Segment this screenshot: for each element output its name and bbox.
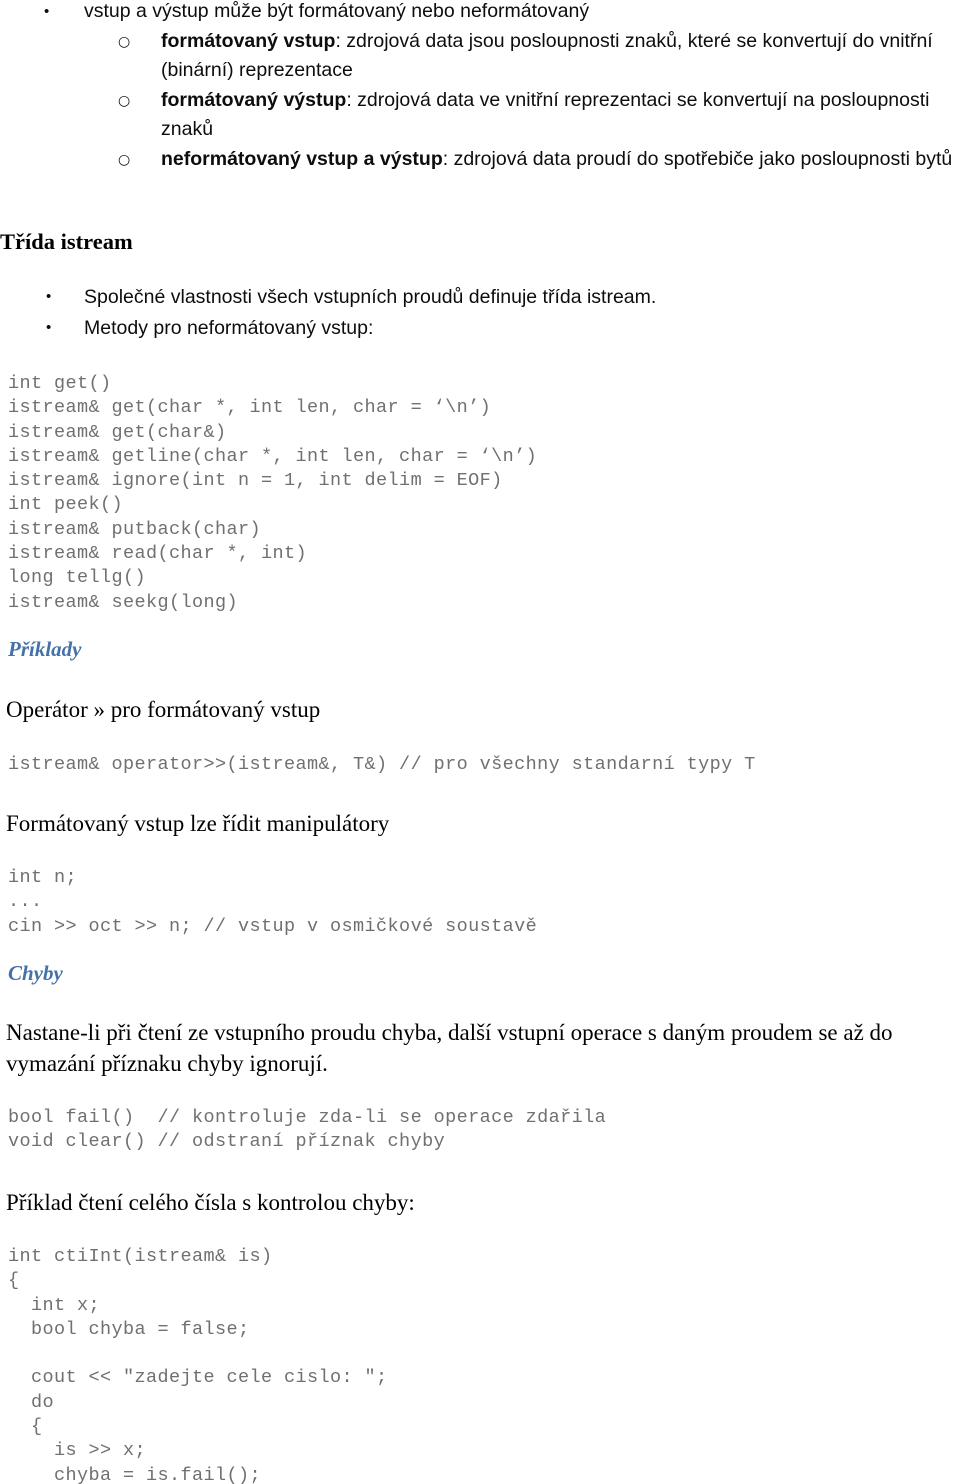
intro-bullet-list: • vstup a výstup může být formátovaný ne…: [0, 0, 960, 174]
istream-bullet-list: • Společné vlastnosti všech vstupních pr…: [0, 282, 960, 344]
subheading-operator-input: Operátor » pro formátovaný vstup: [6, 697, 321, 722]
bullet-dot-icon: •: [46, 319, 52, 336]
code-block-manipulators: int n; ... cin >> oct >> n; // vstup v o…: [8, 867, 538, 937]
section-heading-chyby: Chyby: [8, 961, 63, 985]
document-page: • vstup a výstup může být formátovaný ne…: [0, 0, 960, 1484]
bullet-dot-icon: •: [46, 288, 52, 305]
list-item-label: : zdrojová data proudí do spotřebiče jak…: [442, 147, 953, 170]
code-block-istream-methods: int get() istream& get(char *, int len, …: [8, 373, 538, 613]
list-item: ○ formátovaný výstup: zdrojová data ve v…: [0, 86, 960, 145]
list-item-label: Společné vlastnosti všech vstupních prou…: [84, 286, 657, 308]
section-heading-istream: Třída istream: [0, 229, 133, 254]
list-item: • Společné vlastnosti všech vstupních pr…: [0, 282, 960, 313]
paragraph-error-behaviour: Nastane-li při čtení ze vstupního proudu…: [6, 1020, 893, 1076]
list-item-label: vstup a výstup může být formátovaný nebo…: [84, 0, 590, 22]
list-item-lead: neformátovaný vstup a výstup: [161, 147, 443, 170]
bullet-circle-icon: ○: [118, 33, 131, 50]
code-block-ctiint-example: int ctiInt(istream& is) { int x; bool ch…: [8, 1246, 388, 1484]
list-item-lead: formátovaný vstup: [161, 29, 336, 52]
list-item: • vstup a výstup může být formátovaný ne…: [0, 0, 960, 27]
bullet-circle-icon: ○: [118, 92, 131, 109]
list-item-lead: formátovaný výstup: [161, 88, 347, 111]
bullet-circle-icon: ○: [118, 151, 131, 168]
list-item-label: Metody pro neformátovaný vstup:: [84, 317, 374, 339]
subheading-manipulators: Formátovaný vstup lze řídit manipulátory: [6, 811, 390, 836]
list-item: • Metody pro neformátovaný vstup:: [0, 313, 960, 344]
section-heading-priklady: Příklady: [8, 637, 82, 661]
code-block-operator-overload: istream& operator>>(istream&, T&) // pro…: [8, 754, 756, 775]
caption-example-read-int: Příklad čtení celého čísla s kontrolou c…: [6, 1190, 415, 1215]
list-item: ○ neformátovaný vstup a výstup: zdrojová…: [0, 145, 960, 175]
bullet-dot-icon: •: [44, 3, 50, 20]
list-item: ○ formátovaný vstup: zdrojová data jsou …: [0, 27, 960, 86]
code-block-fail-clear: bool fail() // kontroluje zda-li se oper…: [8, 1107, 607, 1153]
